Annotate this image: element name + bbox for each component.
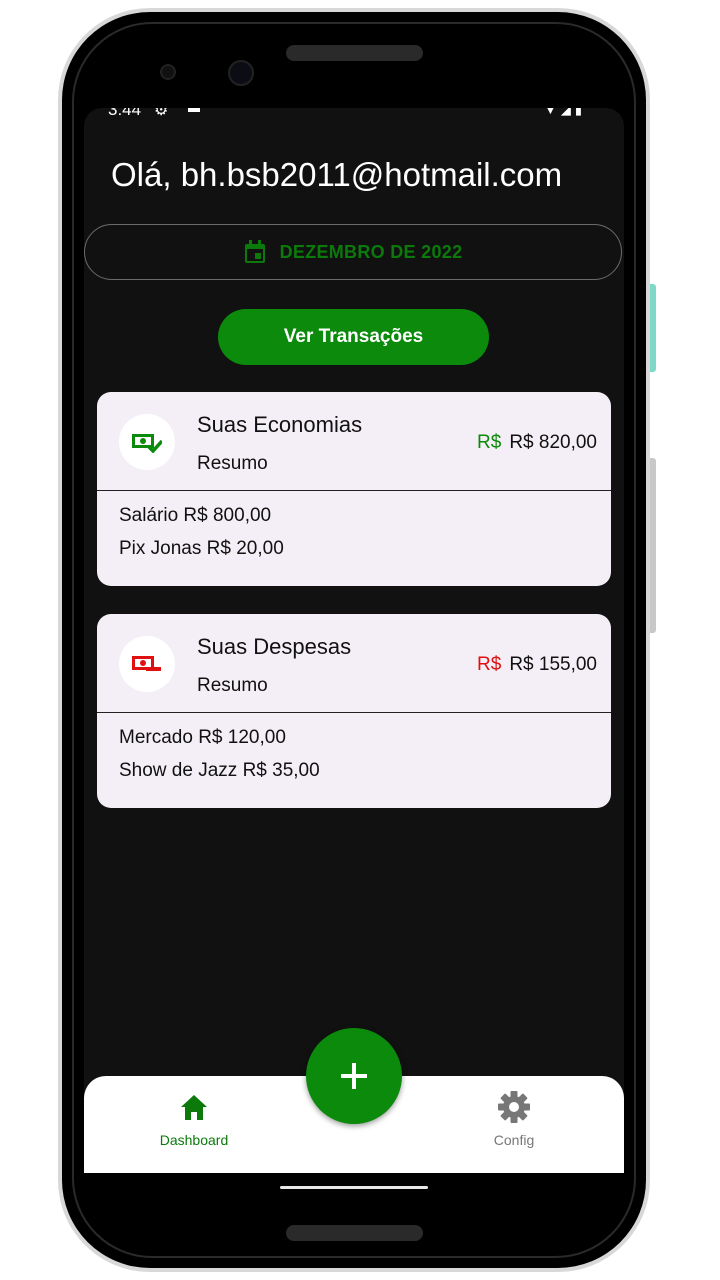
gesture-bar[interactable] [280,1186,428,1189]
greeting-text: Olá, bh.bsb2011@hotmail.com [111,156,563,193]
money-minus-icon [119,636,175,692]
front-camera [228,60,254,86]
month-selector-button[interactable]: DEZEMBRO DE 2022 [84,224,622,280]
status-bar: 3:44 ⚙ ▼◢▮ [84,108,624,120]
expenses-total: R$ R$ 155,00 [477,654,597,676]
gear-icon [498,1091,530,1123]
expenses-items: Mercado R$ 120,00 Show de Jazz R$ 35,00 [119,726,320,792]
expenses-title: Suas Despesas [197,634,352,659]
calendar-icon [244,240,265,263]
status-time: 3:44 [108,108,142,119]
home-icon [181,1095,207,1120]
savings-subtitle: Resumo [197,453,268,474]
list-item: Mercado R$ 120,00 [119,727,286,748]
savings-card[interactable]: Suas Economias Resumo R$ R$ 820,00 Salári… [97,392,611,586]
volume-button [650,458,656,633]
plus-icon [341,1063,367,1089]
list-item: Salário R$ 800,00 [119,505,272,526]
savings-currency: R$ [477,432,502,453]
signal-battery-icons: ▼◢▮ [543,108,586,117]
view-transactions-button[interactable]: Ver Transações [218,309,489,365]
earpiece-speaker [286,45,423,61]
front-sensor [160,64,176,80]
bottom-speaker [286,1225,423,1241]
settings-status-icon: ⚙ [154,108,169,119]
savings-total: R$ R$ 820,00 [477,432,597,454]
app-screen: 3:44 ⚙ ▼◢▮ Olá, bh.bsb2011@hotmail.com D… [84,108,624,1173]
savings-card-header: Suas Economias Resumo R$ R$ 820,00 [97,392,611,491]
power-button [650,284,656,372]
list-item: Pix Jonas R$ 20,00 [119,538,284,559]
list-item: Show de Jazz R$ 35,00 [119,760,320,781]
nav-dashboard-label: Dashboard [159,1132,229,1148]
month-label: DEZEMBRO DE 2022 [279,241,463,262]
savings-items: Salário R$ 800,00 Pix Jonas R$ 20,00 [119,504,284,570]
savings-title: Suas Economias [197,412,363,437]
add-transaction-button[interactable] [306,1028,402,1124]
expenses-currency: R$ [477,654,502,675]
expenses-card[interactable]: Suas Despesas Resumo R$ R$ 155,00 Mercado… [97,614,611,808]
expenses-total-value: R$ 155,00 [509,654,597,675]
nav-config[interactable]: Config [454,1090,574,1148]
expenses-subtitle: Resumo [197,675,268,696]
notification-icon [188,108,200,112]
savings-total-value: R$ 820,00 [509,432,597,453]
expenses-card-header: Suas Despesas Resumo R$ R$ 155,00 [97,614,611,713]
nav-config-label: Config [493,1132,535,1148]
money-check-icon [119,414,175,470]
nav-dashboard[interactable]: Dashboard [134,1090,254,1148]
